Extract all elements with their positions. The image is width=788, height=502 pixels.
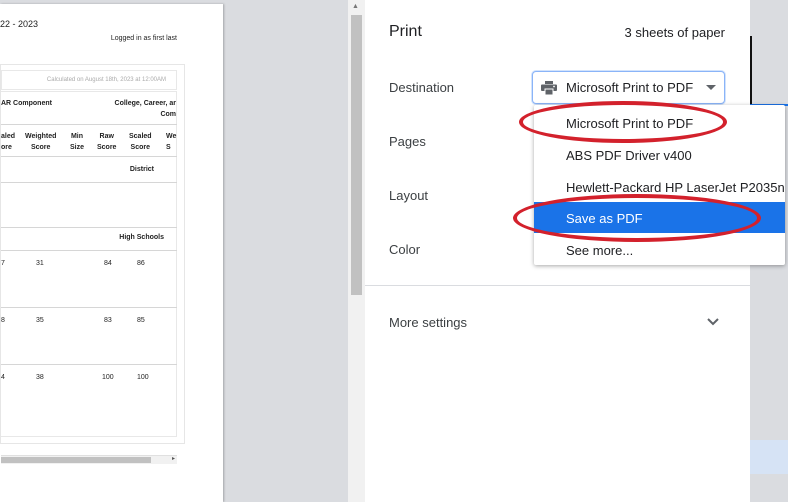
sheet-count: 3 sheets of paper xyxy=(624,25,725,40)
destination-dropdown-menu: Microsoft Print to PDF ABS PDF Driver v4… xyxy=(534,105,785,265)
scroll-up-arrow-icon[interactable]: ▲ xyxy=(352,3,359,10)
row1-scaled-score: 86 xyxy=(137,260,145,267)
scroll-right-arrow-icon[interactable]: ▸ xyxy=(172,455,175,462)
section-high-schools: High Schools xyxy=(119,234,164,241)
vertical-scroll-thumb[interactable] xyxy=(351,15,362,295)
header-college-career-cont: Com xyxy=(160,111,176,118)
layout-label: Layout xyxy=(389,188,429,203)
chevron-down-icon xyxy=(706,85,716,90)
col-weighted-partial: We S xyxy=(166,133,177,151)
row1-weighted: 31 xyxy=(36,260,44,267)
print-preview-area: 22 - 2023 Logged in as first last Calcul… xyxy=(0,0,348,502)
horizontal-scroll-thumb[interactable] xyxy=(1,457,151,463)
destination-select[interactable]: Microsoft Print to PDF xyxy=(532,71,725,104)
report-table: AR Component College, Career, ar Com ale… xyxy=(1,91,177,464)
expand-chevron-icon[interactable] xyxy=(707,318,719,326)
option-save-as-pdf[interactable]: Save as PDF xyxy=(534,202,785,233)
header-ar-component: AR Component xyxy=(1,100,52,107)
col-raw-score: Raw Score xyxy=(97,133,117,151)
background-window-edge xyxy=(750,36,752,106)
row2-scaled-score: 85 xyxy=(137,317,145,324)
preview-page: 22 - 2023 Logged in as first last Calcul… xyxy=(0,4,223,502)
color-label: Color xyxy=(389,242,421,257)
destination-value: Microsoft Print to PDF xyxy=(566,80,694,95)
col-weighted-score: Weighted Score xyxy=(25,133,57,151)
row3-weighted: 38 xyxy=(36,374,44,381)
report-frame: Calculated on August 18th, 2023 at 12:00… xyxy=(0,64,185,464)
option-hp-laserjet[interactable]: Hewlett-Packard HP LaserJet P2035n xyxy=(534,171,785,202)
pages-label: Pages xyxy=(389,134,426,149)
row1-scaled: 7 xyxy=(1,260,5,267)
header-college-career: College, Career, ar xyxy=(114,100,176,107)
preview-horizontal-scrollbar[interactable]: ▸ xyxy=(1,455,177,464)
print-title: Print xyxy=(389,23,422,40)
row2-raw: 83 xyxy=(104,317,112,324)
calculated-note: Calculated on August 18th, 2023 at 12:00… xyxy=(1,70,177,90)
option-microsoft-print-to-pdf[interactable]: Microsoft Print to PDF xyxy=(534,107,785,138)
col-min-size: Min Size xyxy=(70,133,85,151)
background-window-fragment xyxy=(750,440,788,474)
report-year: 22 - 2023 xyxy=(0,19,39,29)
printer-icon xyxy=(541,81,557,95)
destination-label: Destination xyxy=(389,80,455,95)
settings-divider xyxy=(365,285,750,286)
col-scaled-score-partial: aled ore xyxy=(1,133,16,151)
option-see-more[interactable]: See more... xyxy=(534,234,785,265)
row1-raw: 84 xyxy=(104,260,112,267)
row3-scaled-score: 100 xyxy=(137,374,149,381)
row3-raw: 100 xyxy=(102,374,114,381)
section-district: District xyxy=(129,166,154,173)
logged-in-text: Logged in as first last xyxy=(110,35,177,42)
row2-scaled: 8 xyxy=(1,317,5,324)
col-scaled-score: Scaled Score xyxy=(129,133,152,151)
preview-vertical-scrollbar[interactable]: ▲ xyxy=(348,0,365,502)
more-settings-toggle[interactable]: More settings xyxy=(389,315,467,330)
option-abs-pdf-driver[interactable]: ABS PDF Driver v400 xyxy=(534,139,785,170)
row2-weighted: 35 xyxy=(36,317,44,324)
row3-scaled: 4 xyxy=(1,374,5,381)
